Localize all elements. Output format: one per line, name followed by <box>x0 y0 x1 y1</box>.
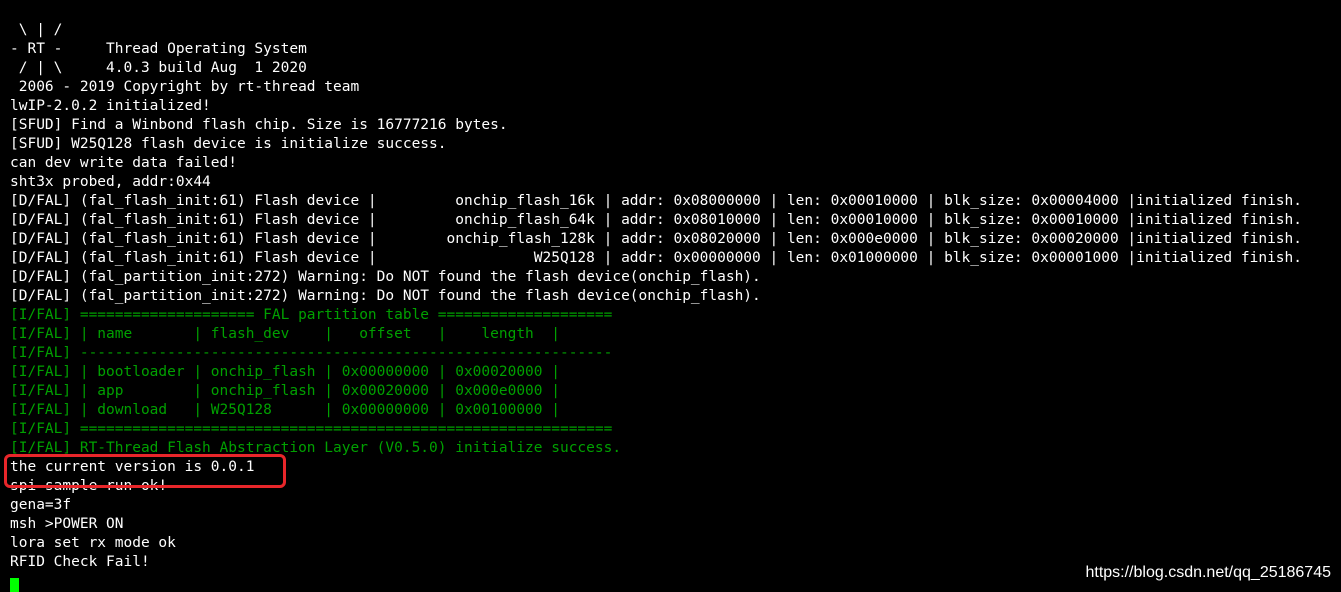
terminal-line: \ | / <box>10 22 63 38</box>
terminal-cursor <box>10 578 19 592</box>
terminal-line: [I/FAL] --------------------------------… <box>10 345 613 361</box>
terminal-line: msh >POWER ON <box>10 516 124 532</box>
terminal-line: [D/FAL] (fal_flash_init:61) Flash device… <box>10 231 1303 247</box>
terminal-line: [I/FAL] ================================… <box>10 421 613 437</box>
terminal-line: / | \ 4.0.3 build Aug 1 2020 <box>10 60 307 76</box>
terminal-line: [I/FAL] | bootloader | onchip_flash | 0x… <box>10 364 560 380</box>
terminal-line: [SFUD] W25Q128 flash device is initializ… <box>10 136 447 152</box>
terminal-line: [SFUD] Find a Winbond flash chip. Size i… <box>10 117 508 133</box>
terminal-line: [D/FAL] (fal_partition_init:272) Warning… <box>10 269 761 285</box>
terminal-line: [D/FAL] (fal_flash_init:61) Flash device… <box>10 193 1303 209</box>
terminal-line: [D/FAL] (fal_partition_init:272) Warning… <box>10 288 761 304</box>
terminal-window[interactable]: [I/I2C] I2C bus [i2c1] registered \ | /-… <box>0 0 1341 592</box>
terminal-line: gena=3f <box>10 497 72 513</box>
terminal-line: sht3x probed, addr:0x44 <box>10 174 211 190</box>
terminal-line: [I/FAL] | app | onchip_flash | 0x0002000… <box>10 383 560 399</box>
terminal-line: [I/FAL] ==================== FAL partiti… <box>10 307 613 323</box>
terminal-line: can dev write data failed! <box>10 155 237 171</box>
terminal-line: [D/FAL] (fal_flash_init:61) Flash device… <box>10 250 1303 266</box>
terminal-line: [I/FAL] | download | W25Q128 | 0x0000000… <box>10 402 560 418</box>
terminal-line: [I/FAL] | name | flash_dev | offset | le… <box>10 326 560 342</box>
terminal-line: lwIP-2.0.2 initialized! <box>10 98 211 114</box>
highlight-annotation-box <box>4 454 286 488</box>
terminal-line: lora set rx mode ok <box>10 535 176 551</box>
terminal-line: - RT - Thread Operating System <box>10 41 307 57</box>
terminal-line: 2006 - 2019 Copyright by rt-thread team <box>10 79 360 95</box>
terminal-line: [D/FAL] (fal_flash_init:61) Flash device… <box>10 212 1303 228</box>
watermark-text: https://blog.csdn.net/qq_25186745 <box>1085 564 1331 581</box>
